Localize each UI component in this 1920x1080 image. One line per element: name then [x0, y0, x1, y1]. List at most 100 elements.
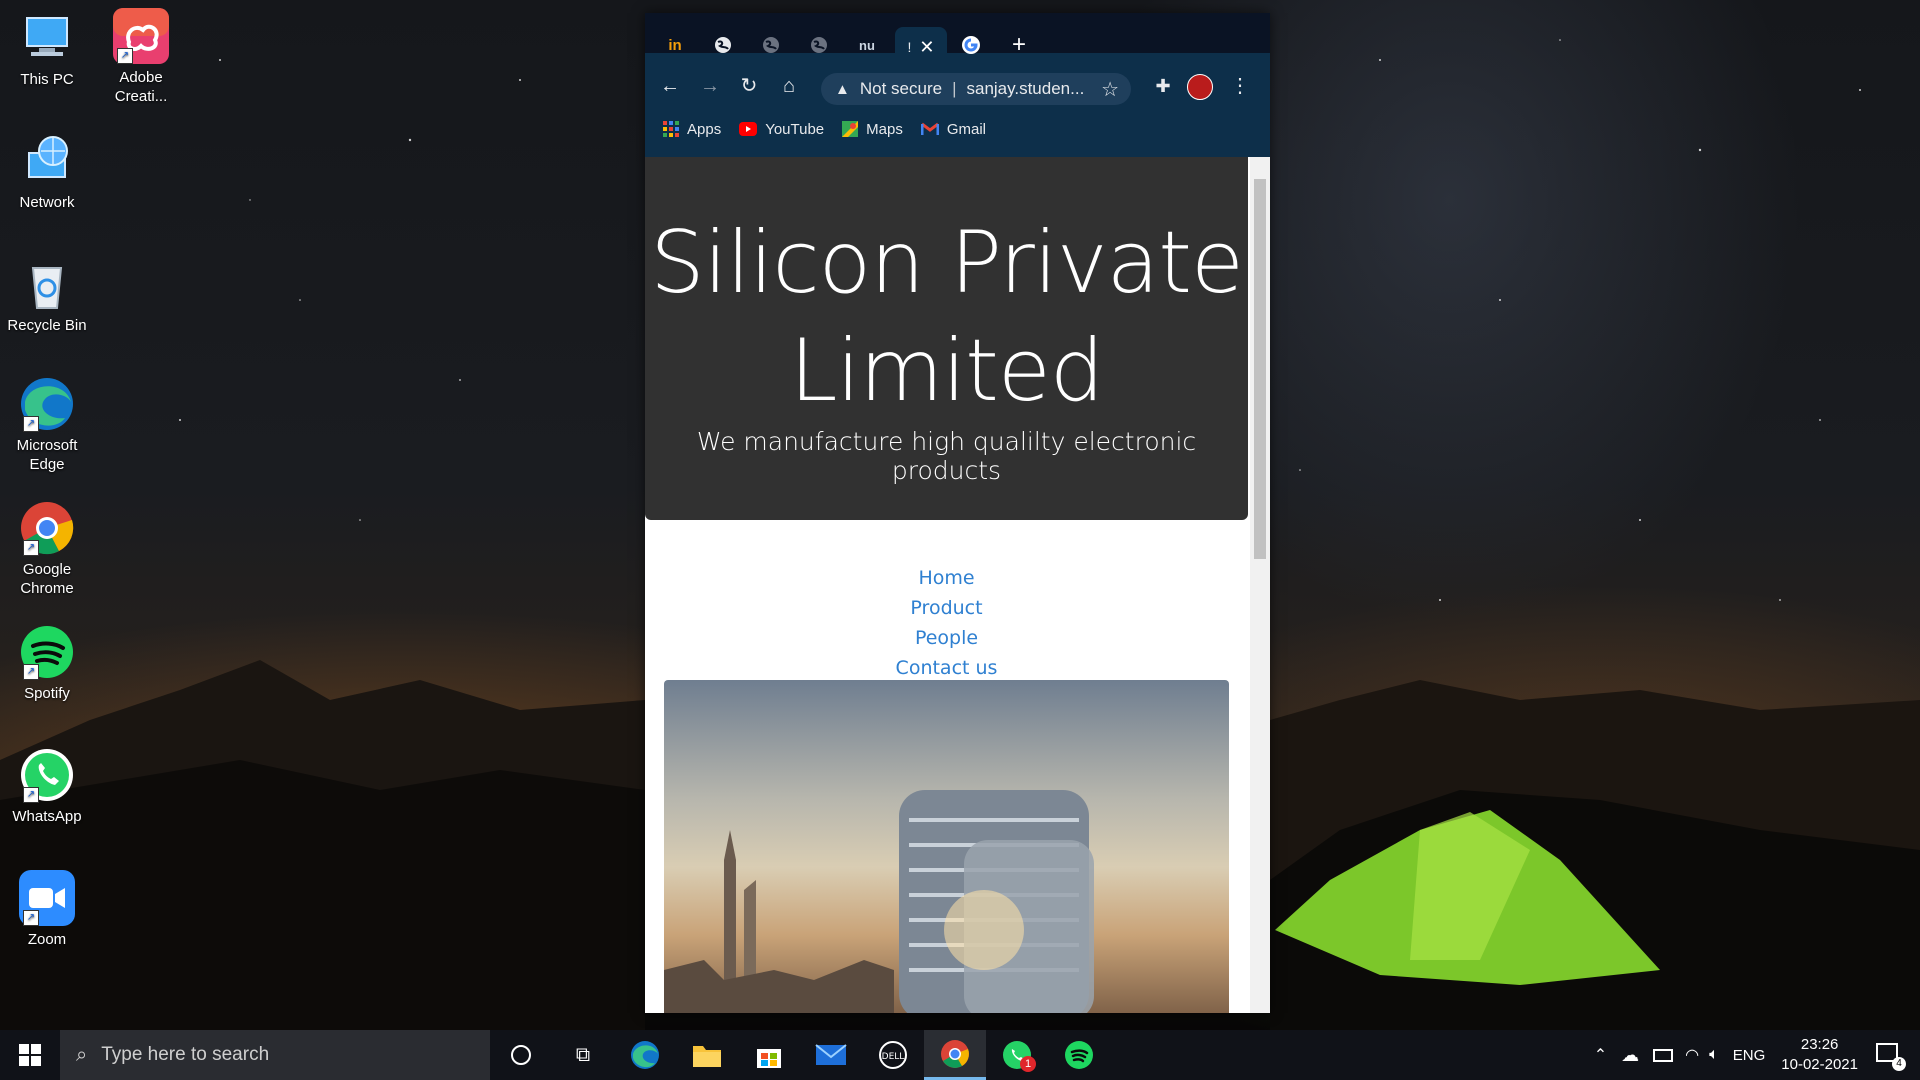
nav-link-home[interactable]: Home	[645, 563, 1248, 593]
taskbar-file-explorer[interactable]	[676, 1030, 738, 1080]
windows-logo-icon	[19, 1044, 41, 1066]
microsoft-edge-icon	[631, 1041, 659, 1069]
wifi-icon[interactable]: ◠	[1685, 1045, 1699, 1065]
taskbar-store[interactable]	[738, 1030, 800, 1080]
tab-globe-1[interactable]	[703, 27, 743, 63]
start-button[interactable]	[0, 1030, 60, 1080]
adobe-creative-cloud-icon: ↗	[113, 8, 169, 64]
cortana-button[interactable]	[490, 1030, 552, 1080]
browser-chrome: in nu ! ✕ + ← → ↻ ⌂ ▲ Not secure | sanja…	[645, 13, 1270, 157]
desktop-icon-zoom[interactable]: ↗ Zoom	[1, 870, 93, 949]
page-scrollbar[interactable]	[1250, 157, 1270, 1013]
bookmark-star-icon[interactable]: ☆	[1101, 77, 1119, 102]
onedrive-icon[interactable]: ☁	[1621, 1045, 1639, 1066]
scrollbar-thumb[interactable]	[1254, 179, 1266, 559]
gmail-icon	[920, 122, 939, 135]
volume-icon[interactable]: 🔈︎	[1709, 1046, 1719, 1064]
reload-button[interactable]: ↻	[736, 73, 762, 99]
arrow-left-icon: ←	[660, 75, 680, 97]
tab-globe-2[interactable]	[751, 27, 791, 63]
bookmark-maps[interactable]: Maps	[842, 121, 903, 138]
whatsapp-badge: 1	[1020, 1056, 1036, 1072]
desktop-icon-spotify[interactable]: ↗ Spotify	[1, 624, 93, 703]
building-image	[664, 680, 1229, 1013]
taskbar-mail[interactable]	[800, 1030, 862, 1080]
desktop-icon-google-chrome[interactable]: ↗ Google Chrome	[1, 500, 93, 598]
security-label: Not secure	[859, 79, 943, 98]
task-view-button[interactable]: ⧉	[552, 1030, 614, 1080]
chevron-up-icon[interactable]: ⌃	[1594, 1045, 1607, 1065]
folder-icon	[693, 1046, 721, 1067]
avatar	[1187, 74, 1213, 100]
menu-button[interactable]: ⋮	[1227, 73, 1253, 99]
tab-in[interactable]: in	[655, 27, 695, 63]
shortcut-arrow-icon: ↗	[23, 910, 39, 926]
desktop-icon-label: Spotify	[24, 685, 70, 702]
microsoft-edge-icon: ↗	[19, 376, 75, 432]
address-bar[interactable]: ▲ Not secure | sanjay.studen... ☆	[821, 73, 1131, 105]
new-tab-button[interactable]: +	[999, 27, 1039, 63]
language-indicator[interactable]: ENG	[1733, 1047, 1766, 1064]
desktop-icon-adobe-creative-cloud[interactable]: ↗ Adobe Creati...	[95, 8, 187, 106]
nu-favicon-icon: nu	[859, 37, 875, 53]
clock-date: 10-02-2021	[1781, 1056, 1858, 1073]
taskbar-spotify[interactable]	[1048, 1030, 1110, 1080]
desktop-icon-label: Network	[19, 194, 75, 211]
desktop-icon-whatsapp[interactable]: ↗ WhatsApp	[1, 747, 93, 826]
tab-globe-3[interactable]	[799, 27, 839, 63]
shortcut-arrow-icon: ↗	[23, 540, 39, 556]
zoom-icon: ↗	[19, 870, 75, 926]
chrome-browser-window[interactable]: in nu ! ✕ + ← → ↻ ⌂ ▲ Not secure | sanja…	[645, 13, 1270, 1013]
nav-link-product[interactable]: Product	[645, 593, 1248, 623]
home-icon: ⌂	[782, 75, 796, 97]
taskbar-chrome[interactable]	[924, 1030, 986, 1080]
forward-button[interactable]: →	[697, 73, 723, 99]
desktop-icon-label: Google Chrome	[20, 561, 74, 597]
desktop-icon-label: This PC	[20, 71, 74, 88]
home-button[interactable]: ⌂	[776, 73, 802, 99]
taskbar-whatsapp[interactable]: 1	[986, 1030, 1048, 1080]
dell-icon: DELL	[879, 1041, 907, 1069]
battery-icon[interactable]	[1653, 1048, 1674, 1062]
google-chrome-icon	[941, 1039, 969, 1068]
taskbar-dell[interactable]: DELL	[862, 1030, 924, 1080]
desktop-icon-label: Zoom	[27, 931, 67, 948]
bookmark-youtube[interactable]: YouTube	[739, 121, 824, 138]
cortana-circle-icon	[511, 1045, 531, 1065]
bookmark-gmail[interactable]: Gmail	[920, 121, 986, 138]
page-viewport[interactable]: Silicon Private Limited We manufacture h…	[645, 157, 1270, 1013]
puzzle-icon: ✚	[1155, 76, 1171, 96]
desktop-icon-label: Adobe Creati...	[114, 69, 168, 105]
google-icon	[962, 36, 980, 54]
back-button[interactable]: ←	[657, 73, 683, 99]
maps-icon	[842, 121, 859, 137]
page-title: Silicon Private Limited	[650, 213, 1244, 421]
system-tray: ⌃ ☁ ◠ 🔈︎ ENG 23:26 10-02-2021 4	[1594, 1030, 1920, 1080]
clock[interactable]: 23:26 10-02-2021	[1781, 1035, 1858, 1075]
nav-link-people[interactable]: People	[645, 623, 1248, 653]
taskbar-edge[interactable]	[614, 1030, 676, 1080]
tab-active[interactable]: ! ✕	[895, 27, 947, 67]
page-tagline: We manufacture high qualilty electronic …	[696, 427, 1197, 485]
tab-nu[interactable]: nu	[847, 27, 887, 63]
desktop-icon-recycle-bin[interactable]: Recycle Bin	[1, 256, 93, 335]
close-tab-icon[interactable]: ✕	[919, 37, 934, 58]
apps-grid-icon	[663, 121, 679, 137]
notifications-button[interactable]: 4	[1876, 1043, 1906, 1071]
computer-icon	[19, 10, 75, 66]
extensions-button[interactable]: ✚	[1150, 73, 1176, 99]
mail-icon	[815, 1044, 847, 1065]
desktop-icon-microsoft-edge[interactable]: ↗ Microsoft Edge	[1, 376, 93, 474]
spotify-icon: ↗	[19, 624, 75, 680]
bookmark-apps[interactable]: Apps	[663, 121, 721, 138]
desktop-icon-label: Microsoft Edge	[16, 437, 78, 473]
profile-button[interactable]	[1187, 73, 1213, 100]
desktop-icon-network[interactable]: Network	[1, 133, 93, 212]
in-favicon-icon: in	[668, 36, 682, 54]
desktop-icon-this-pc[interactable]: This PC	[1, 10, 93, 89]
taskbar-search-box[interactable]: ⌕ Type here to search	[60, 1030, 490, 1080]
nav-link-contact[interactable]: Contact us	[645, 653, 1248, 683]
whatsapp-icon: ↗	[19, 747, 75, 803]
desktop-icon-label: WhatsApp	[12, 808, 82, 825]
tab-google[interactable]	[951, 27, 991, 63]
